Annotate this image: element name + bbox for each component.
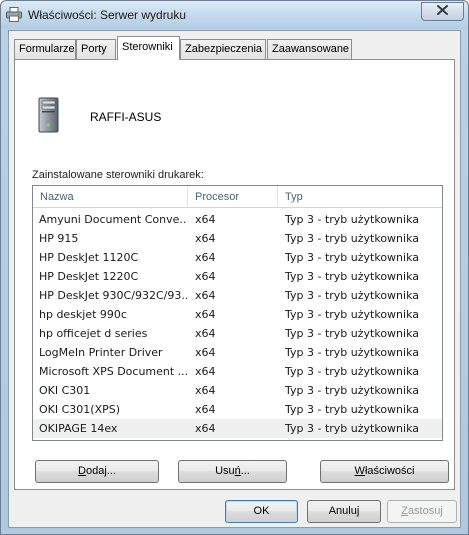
tab-panel-sterowniki: RAFFI-ASUS Zainstalowane sterowniki druk… — [14, 59, 455, 490]
drivers-label: Zainstalowane sterowniki drukarek: — [32, 169, 204, 181]
driver-type-cell: Typ 3 - tryb użytkownika — [285, 251, 419, 264]
driver-type-cell: Typ 3 - tryb użytkownika — [285, 308, 419, 321]
close-icon — [437, 5, 448, 18]
remove-button[interactable]: Usuń... — [178, 460, 287, 483]
apply-button[interactable]: Zastosuj — [387, 500, 457, 523]
properties-button[interactable]: Właściwości — [320, 460, 449, 483]
driver-name-cell: HP DeskJet 1220C — [39, 270, 139, 283]
driver-processor-cell: x64 — [195, 422, 216, 435]
driver-name-cell: OKI C301 — [39, 384, 91, 397]
table-row[interactable]: HP DeskJet 930C/932C/93... x64 Typ 3 - try… — [33, 286, 442, 305]
properties-accelerator: W — [354, 465, 365, 477]
table-row[interactable]: OKI C301 x64 Typ 3 - tryb użytkownika — [33, 381, 442, 400]
table-row[interactable]: hp deskjet 990c x64 Typ 3 - tryb użytkowni… — [33, 305, 442, 324]
driver-type-cell: Typ 3 - tryb użytkownika — [285, 403, 419, 416]
tab-zaawansowane[interactable]: Zaawansowane — [267, 39, 352, 59]
tab-label: Sterowniki — [122, 41, 173, 53]
table-row[interactable]: Amyuni Document Conve... x64 Typ 3 - tryb … — [33, 210, 442, 229]
apply-label: astosuj — [407, 505, 443, 517]
ok-button[interactable]: OK — [225, 500, 298, 523]
driver-processor-cell: x64 — [195, 403, 216, 416]
driver-name-cell: HP 915 — [39, 232, 79, 245]
driver-name-cell: OKI C301(XPS) — [39, 403, 121, 416]
driver-type-cell: Typ 3 - tryb użytkownika — [285, 384, 419, 397]
tab-porty[interactable]: Porty — [76, 39, 116, 59]
table-row[interactable]: OKIPAGE 14ex x64 Typ 3 - tryb użytkownika — [33, 419, 442, 438]
driver-type-cell: Typ 3 - tryb użytkownika — [285, 422, 419, 435]
driver-name-cell: HP DeskJet 1120C — [39, 251, 139, 264]
apply-accelerator: Z — [401, 505, 408, 517]
remove-label-prefix: Usu — [215, 465, 235, 477]
driver-processor-cell: x64 — [195, 346, 216, 359]
properties-label: łaściwości — [364, 465, 415, 477]
driver-name-cell: Amyuni Document Conve... — [39, 213, 187, 226]
driver-processor-cell: x64 — [195, 384, 216, 397]
table-row[interactable]: HP DeskJet 1220C x64 Typ 3 - tryb użytkown… — [33, 267, 442, 286]
ok-label: OK — [253, 505, 270, 517]
driver-type-cell: Typ 3 - tryb użytkownika — [285, 270, 419, 283]
tab-label: Zaawansowane — [272, 43, 350, 55]
driver-processor-cell: x64 — [195, 270, 216, 283]
driver-type-cell: Typ 3 - tryb użytkownika — [285, 365, 419, 378]
column-header-processor[interactable]: Procesor — [188, 186, 278, 208]
driver-processor-cell: x64 — [195, 213, 216, 226]
list-header: Nazwa Procesor Typ — [33, 186, 442, 208]
driver-type-cell: Typ 3 - tryb użytkownika — [285, 327, 419, 340]
tab-label: Porty — [81, 43, 107, 55]
table-row[interactable]: OKI C301(XPS) x64 Typ 3 - tryb użytkownika — [33, 400, 442, 419]
printer-icon — [6, 7, 22, 22]
tab-sterowniki[interactable]: Sterowniki — [117, 36, 180, 60]
driver-name-cell: hp officejet d series — [39, 327, 148, 340]
server-icon — [38, 97, 59, 133]
column-header-name[interactable]: Nazwa — [33, 186, 188, 208]
driver-processor-cell: x64 — [195, 308, 216, 321]
close-button[interactable] — [421, 2, 464, 21]
driver-name-cell: LogMeIn Printer Driver — [39, 346, 163, 359]
tab-label: Formularze — [19, 43, 75, 55]
window-title: Właściwości: Serwer wydruku — [28, 8, 187, 22]
driver-processor-cell: x64 — [195, 327, 216, 340]
add-accelerator: D — [78, 465, 86, 477]
add-label: odaj... — [85, 465, 116, 477]
remove-label: ... — [240, 465, 250, 477]
driver-type-cell: Typ 3 - tryb użytkownika — [285, 232, 419, 245]
server-name: RAFFI-ASUS — [90, 110, 162, 124]
driver-processor-cell: x64 — [195, 232, 216, 245]
driver-name-cell: Microsoft XPS Document ... — [39, 365, 187, 378]
cancel-label: Anuluj — [328, 505, 360, 517]
driver-name-cell: hp deskjet 990c — [39, 308, 127, 321]
driver-type-cell: Typ 3 - tryb użytkownika — [285, 213, 419, 226]
list-rows: Amyuni Document Conve... x64 Typ 3 - tryb … — [33, 210, 442, 438]
add-button[interactable]: Dodaj... — [35, 460, 159, 483]
driver-processor-cell: x64 — [195, 289, 216, 302]
driver-type-cell: Typ 3 - tryb użytkownika — [285, 289, 419, 302]
table-row[interactable]: Microsoft XPS Document ... x64 Typ 3 - try… — [33, 362, 442, 381]
title-bar[interactable]: Właściwości: Serwer wydruku — [1, 1, 468, 29]
drivers-list[interactable]: Nazwa Procesor Typ Amyuni Document Conve… — [32, 185, 443, 441]
table-row[interactable]: LogMeIn Printer Driver x64 Typ 3 - tryb uż… — [33, 343, 442, 362]
tab-label: Zabezpieczenia — [185, 43, 263, 55]
driver-processor-cell: x64 — [195, 365, 216, 378]
table-row[interactable]: HP DeskJet 1120C x64 Typ 3 - tryb użytkown… — [33, 248, 442, 267]
tab-formularze[interactable]: Formularze — [14, 39, 76, 59]
driver-type-cell: Typ 3 - tryb użytkownika — [285, 346, 419, 359]
tab-zabezpieczenia[interactable]: Zabezpieczenia — [180, 39, 266, 59]
table-row[interactable]: HP 915 x64 Typ 3 - tryb użytkownika — [33, 229, 442, 248]
table-row[interactable]: hp officejet d series x64 Typ 3 - tryb uży… — [33, 324, 442, 343]
cancel-button[interactable]: Anuluj — [307, 500, 381, 523]
column-header-type[interactable]: Typ — [278, 186, 442, 208]
dialog-client: Formularze Porty Sterowniki Zabezpieczen… — [8, 30, 461, 528]
driver-name-cell: HP DeskJet 930C/932C/93... — [39, 289, 187, 302]
driver-name-cell: OKIPAGE 14ex — [39, 422, 118, 435]
driver-processor-cell: x64 — [195, 251, 216, 264]
properties-window: Właściwości: Serwer wydruku Formularze P… — [0, 0, 469, 535]
